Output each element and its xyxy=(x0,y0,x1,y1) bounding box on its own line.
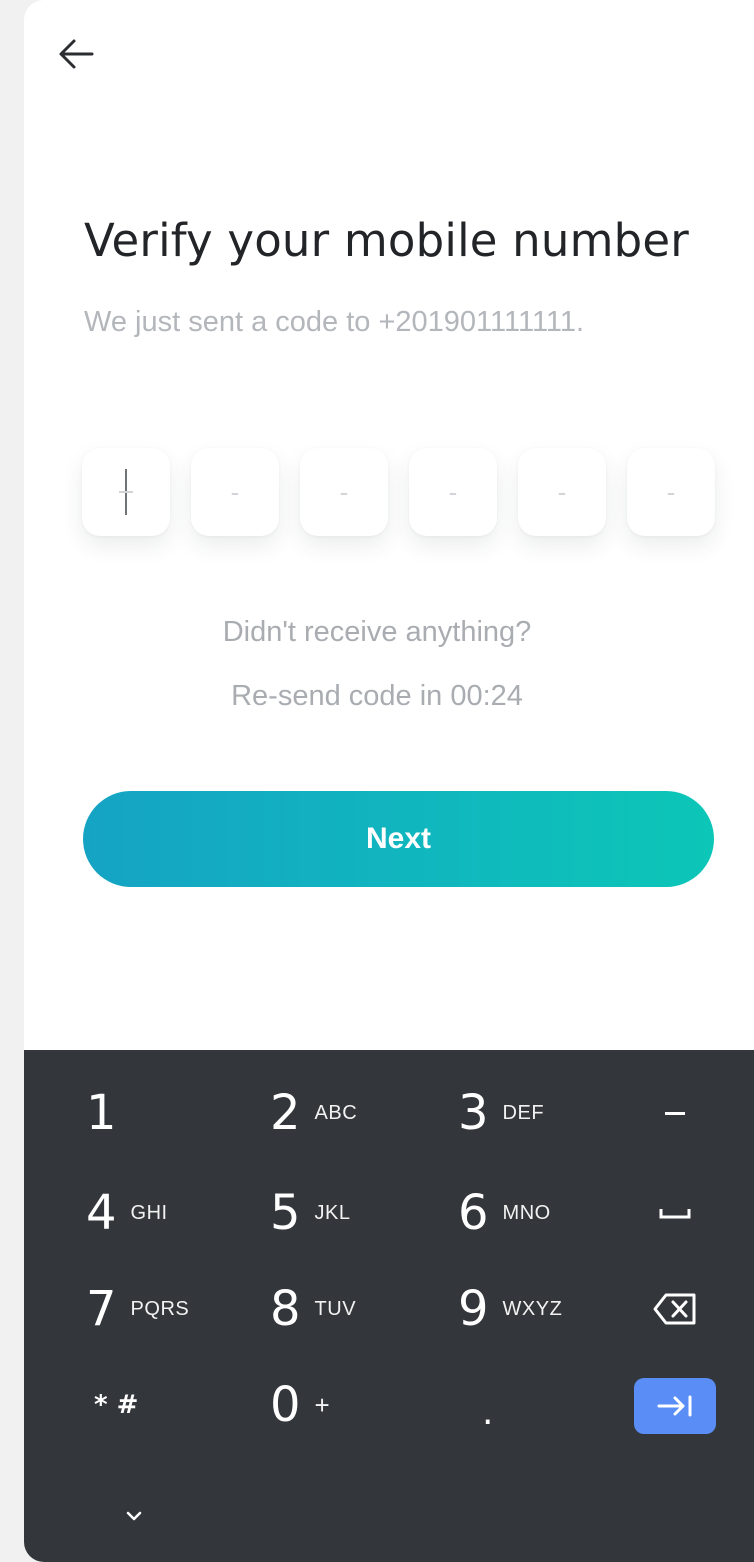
key-letters: ABC xyxy=(314,1101,358,1124)
otp-placeholder: - xyxy=(230,476,240,507)
key-digit: 3 xyxy=(458,1085,489,1141)
key-letters: DEF xyxy=(502,1101,545,1124)
otp-placeholder: - xyxy=(339,476,349,507)
keyboard-collapse-button[interactable] xyxy=(116,1498,152,1534)
key-period[interactable]: . xyxy=(482,1368,493,1458)
back-button[interactable] xyxy=(52,30,100,78)
key-4[interactable]: 4 GHI xyxy=(86,1168,168,1258)
key-space[interactable] xyxy=(625,1168,725,1258)
otp-placeholder: - xyxy=(557,476,567,507)
key-7[interactable]: 7 PQRS xyxy=(86,1264,189,1354)
resend-question: Didn't receive anything? xyxy=(222,616,532,648)
page-title: Verify your mobile number xyxy=(84,214,690,267)
key-digit: 0 xyxy=(270,1377,301,1433)
key-8[interactable]: 8 TUV xyxy=(270,1264,356,1354)
numeric-keyboard: 1 2 ABC 3 DEF 4 GHI 5 JKL 6 MNO 7 PQRS 8… xyxy=(24,1050,754,1562)
chevron-down-icon xyxy=(126,1511,142,1521)
otp-placeholder: - xyxy=(666,476,676,507)
text-cursor xyxy=(119,469,133,515)
key-digit: 9 xyxy=(458,1281,489,1337)
otp-digit-5[interactable]: - xyxy=(518,448,606,536)
key-digit: 1 xyxy=(86,1085,117,1141)
next-button[interactable]: Next xyxy=(83,791,714,887)
key-letters: TUV xyxy=(314,1297,357,1320)
key-letters: WXYZ xyxy=(502,1297,563,1320)
key-digit: . xyxy=(482,1392,494,1433)
key-digit: 7 xyxy=(86,1281,117,1337)
otp-digit-4[interactable]: - xyxy=(409,448,497,536)
key-star-hash[interactable]: * # xyxy=(94,1360,138,1450)
minus-icon xyxy=(665,1111,685,1115)
verification-screen: Verify your mobile number We just sent a… xyxy=(24,0,754,1562)
resend-timer: Re-send code in 00:24 xyxy=(231,680,523,712)
key-letters: MNO xyxy=(502,1201,551,1224)
backspace-icon xyxy=(653,1293,696,1325)
key-6[interactable]: 6 MNO xyxy=(458,1168,551,1258)
key-digit: 5 xyxy=(270,1185,301,1241)
otp-digit-2[interactable]: - xyxy=(191,448,279,536)
key-9[interactable]: 9 WXYZ xyxy=(458,1264,562,1354)
key-enter[interactable] xyxy=(634,1378,716,1434)
key-3[interactable]: 3 DEF xyxy=(458,1068,544,1158)
space-icon xyxy=(659,1209,691,1219)
key-1[interactable]: 1 xyxy=(86,1068,117,1158)
otp-digit-6[interactable]: - xyxy=(627,448,715,536)
key-digit: 2 xyxy=(270,1085,301,1141)
page-subtitle: We just sent a code to +201901111111. xyxy=(84,306,585,338)
arrow-left-icon xyxy=(59,39,94,69)
otp-digit-3[interactable]: - xyxy=(300,448,388,536)
otp-input-group: - - - - - xyxy=(82,448,718,536)
otp-placeholder: - xyxy=(448,476,458,507)
key-digit: 4 xyxy=(86,1185,117,1241)
otp-digit-1[interactable] xyxy=(82,448,170,536)
key-5[interactable]: 5 JKL xyxy=(270,1168,351,1258)
key-digit: 8 xyxy=(270,1281,301,1337)
key-digit: * # xyxy=(94,1390,139,1420)
tab-enter-icon xyxy=(657,1395,692,1417)
key-2[interactable]: 2 ABC xyxy=(270,1068,357,1158)
key-backspace[interactable] xyxy=(625,1264,725,1354)
key-minus[interactable] xyxy=(625,1068,725,1158)
key-letters: GHI xyxy=(130,1201,168,1224)
key-letters: + xyxy=(314,1389,331,1420)
key-letters: JKL xyxy=(314,1201,351,1224)
key-0[interactable]: 0 + xyxy=(270,1360,330,1450)
key-digit: 6 xyxy=(458,1185,489,1241)
key-letters: PQRS xyxy=(130,1297,190,1320)
